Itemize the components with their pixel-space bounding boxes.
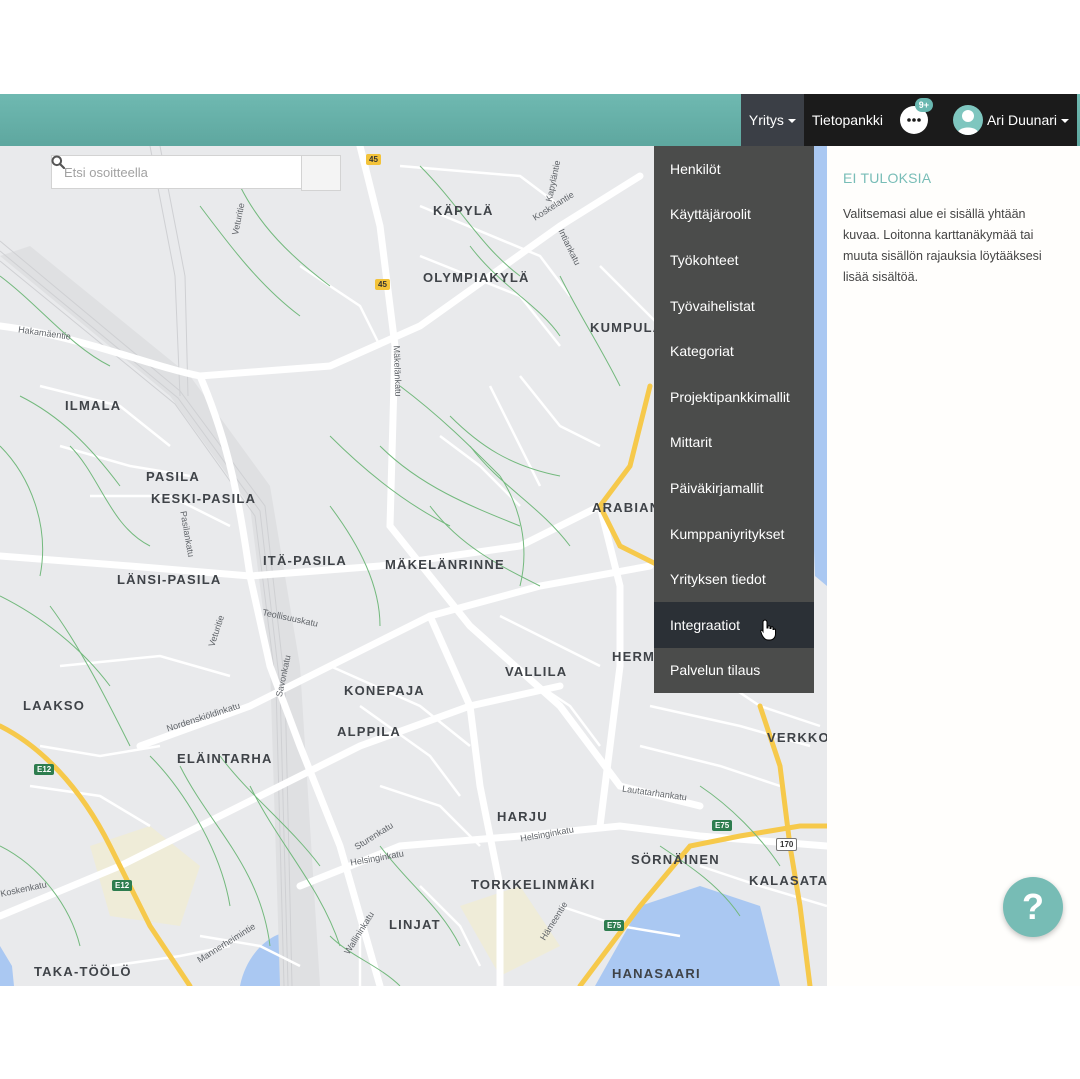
map-district-label: LAAKSO	[23, 698, 86, 713]
map-district-label: PASILA	[146, 469, 200, 484]
menu-item-kumppaniyritykset[interactable]: Kumppaniyritykset	[654, 511, 814, 557]
question-icon: ?	[1022, 886, 1044, 927]
road-shield: 170	[776, 838, 798, 851]
map-district-label: MÄKELÄNRINNE	[385, 557, 505, 572]
results-panel: EI TULOKSIA Valitsemasi alue ei sisällä …	[827, 146, 1080, 986]
user-icon	[956, 110, 979, 135]
map-district-label: KESKI-PASILA	[151, 491, 257, 506]
menu-item-mittarit[interactable]: Mittarit	[654, 420, 814, 466]
map-district-label: TAKA-TÖÖLÖ	[34, 964, 132, 979]
menu-item-tyovaihelistat[interactable]: Työvaihelistat	[654, 283, 814, 329]
help-button[interactable]: ?	[1003, 877, 1063, 937]
caret-down-icon	[1061, 119, 1069, 123]
nav-knowledge-label: Tietopankki	[811, 112, 883, 128]
menu-item-paivakirjamallit[interactable]: Päiväkirjamallit	[654, 465, 814, 511]
top-nav: Yritys Tietopankki 9+ Ari Duunari	[740, 94, 1077, 146]
road-shield: E75	[712, 820, 733, 831]
map-district-label: KALASATAN	[749, 873, 827, 888]
menu-item-tyokohteet[interactable]: Työkohteet	[654, 237, 814, 283]
app-frame: Yritys Tietopankki 9+ Ari Duunari Etsi o…	[0, 94, 1080, 986]
chat-badge: 9+	[914, 98, 933, 112]
map-district-label: KONEPAJA	[344, 683, 425, 698]
map-district-label: HANASAARI	[612, 966, 701, 981]
map-district-label: SÖRNÄINEN	[631, 852, 720, 867]
map-street-label: Mäkelänkatu	[391, 345, 404, 397]
map-district-label: KÄPYLÄ	[433, 203, 494, 218]
chat-button[interactable]: 9+	[899, 98, 933, 135]
results-message: Valitsemasi alue ei sisällä yhtään kuvaa…	[843, 207, 1042, 284]
menu-item-integraatiot[interactable]: Integraatiot	[654, 601, 814, 648]
address-search	[51, 155, 341, 191]
map-district-label: ELÄINTARHA	[177, 751, 273, 766]
road-shield: E12	[34, 764, 55, 775]
menu-item-palvelun-tilaus[interactable]: Palvelun tilaus	[654, 648, 814, 694]
avatar	[952, 105, 983, 135]
menu-item-kayttajaroolit[interactable]: Käyttäjäroolit	[654, 192, 814, 238]
results-title: EI TULOKSIA	[843, 170, 932, 186]
search-input[interactable]	[51, 155, 301, 189]
nav-knowledge-bank[interactable]: Tietopankki	[804, 94, 891, 146]
map-district-label: LÄNSI-PASILA	[117, 572, 222, 587]
map-district-label: ITÄ-PASILA	[263, 553, 347, 568]
nav-company-menu[interactable]: Yritys	[740, 94, 804, 146]
user-menu[interactable]: Ari Duunari	[935, 94, 1077, 146]
map-district-label: VALLILA	[505, 664, 568, 679]
search-button[interactable]	[51, 155, 341, 191]
map-district-label: ARABIAN	[592, 500, 661, 515]
map-district-label: VERKKOS	[767, 730, 827, 745]
water-area	[0, 946, 14, 986]
menu-item-projektipankkimallit[interactable]: Projektipankkimallit	[654, 374, 814, 420]
road-shield: 45	[375, 279, 390, 290]
map-district-label: OLYMPIAKYLÄ	[423, 270, 530, 285]
company-dropdown-menu: Henkilöt Käyttäjäroolit Työkohteet Työva…	[654, 146, 814, 694]
user-name: Ari Duunari	[986, 112, 1057, 128]
road-shield: 45	[366, 154, 381, 165]
map-district-label: TORKKELINMÄKI	[471, 877, 596, 892]
menu-item-yrityksen-tiedot[interactable]: Yrityksen tiedot	[654, 556, 814, 602]
menu-item-kategoriat[interactable]: Kategoriat	[654, 328, 814, 374]
map-district-label: KUMPULA	[590, 320, 664, 335]
map-district-label: HARJU	[497, 809, 548, 824]
road-shield: E75	[604, 920, 625, 931]
map-district-label: ALPPILA	[337, 724, 402, 739]
nav-company-label: Yritys	[748, 112, 784, 128]
map-district-label: LINJAT	[389, 917, 441, 932]
menu-item-henkilot[interactable]: Henkilöt	[654, 146, 814, 192]
road-shield: E12	[112, 880, 133, 891]
caret-down-icon	[787, 119, 796, 123]
map-district-label: ILMALA	[65, 398, 122, 413]
hand-cursor-icon	[760, 619, 776, 641]
search-icon	[51, 155, 65, 169]
